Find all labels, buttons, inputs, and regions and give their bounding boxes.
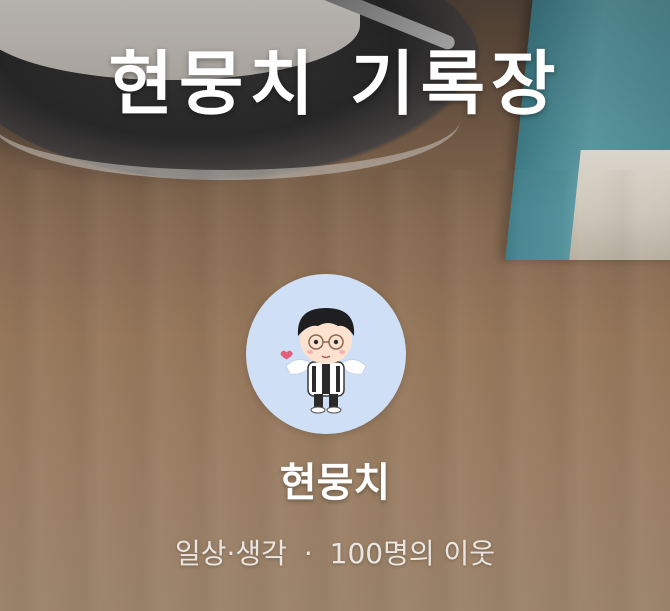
- blog-title[interactable]: 현뭉치 기록장: [0, 28, 670, 129]
- profile-avatar[interactable]: [246, 274, 406, 434]
- neighbor-count-link[interactable]: 100명의 이웃: [330, 532, 495, 572]
- profile-meta: 일상·생각 · 100명의 이웃: [0, 532, 670, 572]
- profile-nickname[interactable]: 현뭉치: [0, 450, 670, 508]
- meta-separator: ·: [303, 537, 313, 570]
- blog-category: 일상·생각: [174, 537, 287, 570]
- cartoon-boy-avatar-icon: [280, 308, 367, 414]
